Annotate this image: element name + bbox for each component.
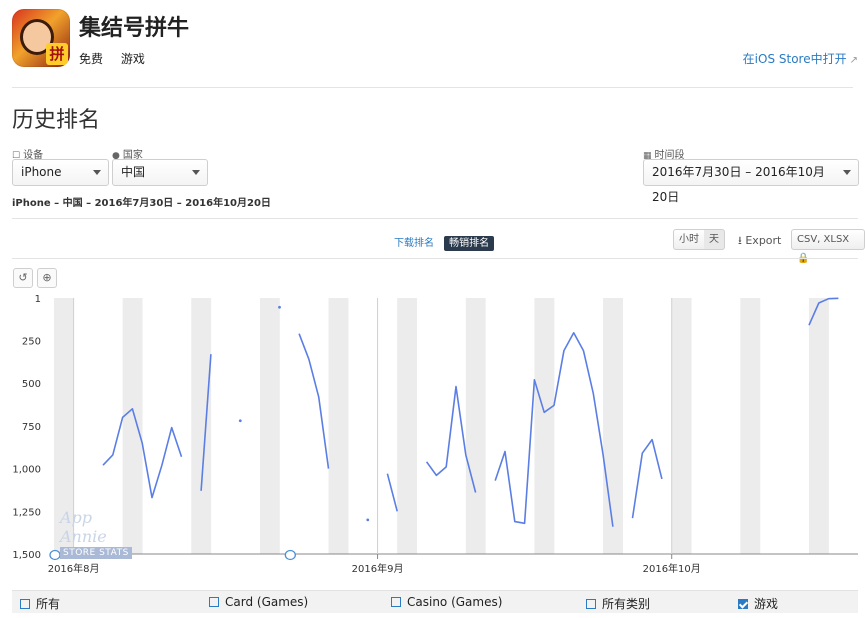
export-text: Export [745, 234, 782, 247]
legend-label: 游戏 [754, 597, 779, 611]
checkbox[interactable] [391, 597, 401, 607]
legend-item-all[interactable]: 所有 [20, 595, 60, 612]
weekend-band [671, 298, 682, 554]
data-point [238, 419, 242, 423]
legend-item-card-games[interactable]: Card (Games) [209, 595, 308, 609]
weekend-band [397, 298, 408, 554]
weekend-band [328, 298, 339, 554]
watermark-sub: STORE STATS [60, 547, 132, 559]
legend-bar: 所有 Card (Games) Casino (Games) 所有类别 游戏 [12, 590, 858, 613]
undo-icon: ↺ [18, 271, 28, 284]
y-tick-label: 250 [22, 337, 41, 348]
chevron-down-icon [192, 170, 200, 175]
checkbox[interactable] [20, 599, 30, 609]
export-csv-xlsx-button[interactable]: CSV, XLSX 🔒 [791, 229, 865, 264]
chevron-down-icon [843, 170, 851, 175]
divider [12, 87, 853, 88]
weekend-band [534, 298, 545, 554]
checkbox[interactable] [586, 599, 596, 609]
series-line [386, 473, 398, 512]
y-tick-label: 1,500 [12, 550, 41, 561]
download-icon: ⭳ [738, 234, 742, 247]
legend-item-all-categories[interactable]: 所有类别 [586, 595, 650, 612]
country-select-value: 中国 [121, 165, 146, 179]
zoom-in-icon: ⊕ [42, 271, 52, 284]
open-in-ios-store-label: 在iOS Store中打开 [742, 52, 847, 66]
weekend-band [544, 298, 555, 554]
legend-label: 所有类别 [602, 597, 651, 611]
reset-zoom-button[interactable]: ↺ [13, 268, 33, 288]
legend-label: Card (Games) [225, 595, 309, 609]
weekend-band [338, 298, 349, 554]
export-label: ⭳ Export [738, 232, 781, 251]
app-annie-watermark: App Annie STORE STATS [60, 508, 132, 559]
weekend-band [191, 298, 202, 554]
tab-download-rank[interactable]: 下载排名 [389, 236, 439, 251]
weekend-band [269, 298, 280, 554]
app-price: 免费 [79, 52, 104, 66]
series-line [631, 438, 663, 519]
zoom-in-button[interactable]: ⊕ [37, 268, 57, 288]
y-tick-label: 500 [22, 379, 41, 390]
export-formats-label: CSV, XLSX [797, 234, 850, 245]
open-in-ios-store-link[interactable]: 在iOS Store中打开 ↗ [743, 50, 858, 67]
data-point [278, 305, 281, 309]
y-tick-label: 1,250 [12, 507, 41, 518]
tab-grossing-rank[interactable]: 畅销排名 [444, 236, 495, 251]
rank-type-tabs: 下载排名 畅销排名 [389, 231, 495, 251]
app-icon-glyph: 拼 [46, 43, 68, 65]
x-tick-label: 2016年9月 [352, 562, 404, 575]
watermark-brand: App Annie [60, 508, 107, 546]
legend-label: Casino (Games) [407, 595, 503, 609]
weekend-band [406, 298, 418, 554]
filter-summary: iPhone – 中国 – 2016年7月30日 – 2016年10月20日 [12, 198, 271, 209]
data-point [366, 518, 370, 522]
period-select-value: 2016年7月30日 – 2016年10月20日 [652, 165, 825, 204]
checkbox[interactable] [209, 597, 219, 607]
app-meta: 免费 游戏 [79, 50, 159, 67]
y-tick-label: 1 [35, 294, 41, 305]
country-select[interactable]: 中国 [112, 159, 208, 186]
weekend-band [808, 298, 820, 554]
annotation-marker-icon [49, 549, 61, 561]
weekend-band [465, 298, 476, 554]
granularity-hour-button[interactable]: 小时 [673, 229, 705, 250]
external-link-icon: ↗ [849, 55, 858, 66]
device-select[interactable]: iPhone [12, 159, 109, 186]
granularity-day-button[interactable]: 天 [704, 229, 725, 250]
checkbox-checked[interactable] [738, 599, 748, 609]
x-tick-label: 2016年10月 [643, 562, 701, 575]
legend-item-games[interactable]: 游戏 [738, 595, 778, 612]
weekend-band [612, 298, 623, 554]
y-tick-label: 750 [22, 422, 41, 433]
chevron-down-icon [93, 170, 101, 175]
legend-label: 所有 [36, 597, 61, 611]
weekend-band [681, 298, 692, 554]
weekend-band [475, 298, 486, 554]
series-line [298, 333, 330, 469]
weekend-band [740, 298, 751, 554]
divider [12, 218, 858, 219]
app-icon: 拼 [12, 9, 70, 67]
weekend-band [750, 298, 761, 554]
device-select-value: iPhone [21, 165, 62, 179]
x-tick-label: 2016年8月 [48, 562, 100, 575]
page-title: 历史排名 [12, 108, 101, 133]
y-tick-label: 1,000 [12, 465, 41, 476]
weekend-bands [54, 298, 829, 554]
divider [12, 258, 858, 259]
weekend-band [259, 298, 271, 554]
annotation-marker-icon [284, 549, 296, 561]
app-category[interactable]: 游戏 [121, 52, 145, 66]
app-title: 集结号拼牛 [79, 16, 190, 41]
legend-item-casino-games[interactable]: Casino (Games) [391, 595, 502, 609]
period-select[interactable]: 2016年7月30日 – 2016年10月20日 [643, 159, 859, 204]
weekend-band [818, 298, 829, 554]
